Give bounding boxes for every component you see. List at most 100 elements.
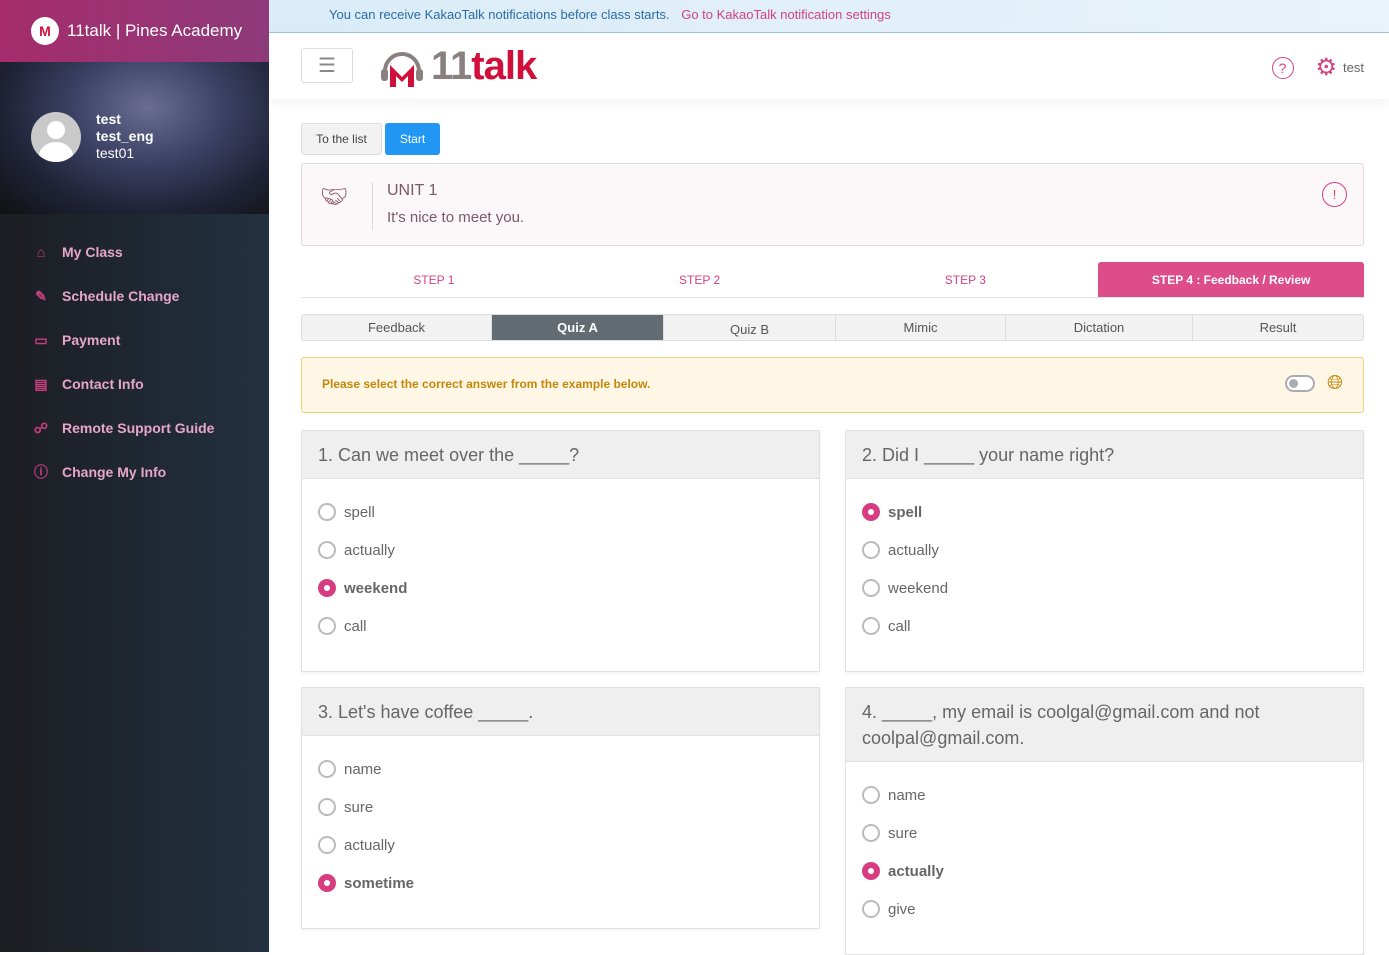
option-label: sure [344, 798, 374, 816]
step-2-tab[interactable]: STEP 2 [567, 262, 833, 297]
tab-quiz-b[interactable]: Quiz B [664, 315, 836, 340]
answer-option[interactable]: actually [318, 531, 803, 569]
answer-option[interactable]: name [862, 776, 1347, 814]
headphone-logo-icon [381, 51, 423, 87]
unit-card: 🤝︎ UNIT 1 It's nice to meet you. ! [301, 163, 1364, 246]
handshake-icon: ☍ [33, 419, 49, 436]
help-icon[interactable]: ? [1271, 56, 1294, 79]
answer-option[interactable]: call [862, 607, 1347, 645]
radio-button[interactable] [862, 862, 880, 880]
radio-button[interactable] [862, 503, 880, 521]
credit-card-icon: ▭ [34, 331, 48, 348]
instruction-notice: Please select the correct answer from th… [301, 357, 1364, 413]
menu-toggle-button[interactable]: ☰ [301, 48, 353, 83]
answer-option[interactable]: weekend [862, 569, 1347, 607]
start-button[interactable]: Start [385, 123, 440, 155]
sidebar-item-label: Contact Info [62, 376, 144, 392]
sidebar-item-label: Remote Support Guide [62, 420, 215, 436]
answer-option[interactable]: spell [318, 493, 803, 531]
brand[interactable]: M 11talk | Pines Academy [0, 0, 269, 62]
banner-text: You can receive KakaoTalk notifications … [329, 7, 670, 22]
sidebar-item-contact-info[interactable]: ▤ Contact Info [0, 362, 269, 406]
radio-button[interactable] [862, 579, 880, 597]
answer-option[interactable]: give [862, 890, 1347, 928]
step-4-tab[interactable]: STEP 4 : Feedback / Review [1098, 262, 1364, 297]
profile-name: test [96, 111, 121, 127]
radio-button[interactable] [318, 541, 336, 559]
translation-toggle[interactable] [1285, 375, 1315, 392]
question-text: 1. Can we meet over the _____? [302, 431, 819, 479]
option-label: weekend [344, 579, 408, 597]
sidebar-item-label: My Class [62, 244, 123, 260]
user-name[interactable]: test [1343, 60, 1364, 75]
radio-button[interactable] [318, 760, 336, 778]
radio-button[interactable] [318, 874, 336, 892]
answer-option[interactable]: spell [862, 493, 1347, 531]
answer-option[interactable]: actually [862, 852, 1347, 890]
radio-button[interactable] [318, 617, 336, 635]
sidebar-item-remote-support-guide[interactable]: ☍ Remote Support Guide [0, 406, 269, 450]
logo-number: 11 [431, 44, 472, 88]
option-label: weekend [888, 579, 949, 597]
sidebar-item-schedule-change[interactable]: ✎ Schedule Change [0, 274, 269, 318]
radio-button[interactable] [318, 579, 336, 597]
option-label: call [344, 617, 367, 635]
globe-icon[interactable]: 🌐︎ [1327, 372, 1343, 395]
radio-button[interactable] [862, 786, 880, 804]
tab-dictation[interactable]: Dictation [1006, 315, 1193, 340]
option-label: name [888, 786, 926, 804]
unit-subtitle: It's nice to meet you. [387, 209, 525, 226]
profile: test test_eng test01 [0, 62, 269, 214]
question-card: 1. Can we meet over the _____?spell actua… [301, 430, 820, 672]
sidebar-item-label: Schedule Change [62, 288, 180, 304]
answer-option[interactable]: call [318, 607, 803, 645]
answer-option[interactable]: sure [862, 814, 1347, 852]
radio-button[interactable] [318, 836, 336, 854]
answer-option[interactable]: sometime [318, 864, 803, 902]
option-label: spell [344, 503, 375, 521]
handshake-icon: 🤝︎ [320, 184, 348, 209]
option-label: sometime [344, 874, 415, 892]
tab-result[interactable]: Result [1193, 315, 1363, 340]
to-the-list-button[interactable]: To the list [301, 123, 382, 155]
school-icon: ⌂ [36, 244, 46, 260]
question-card: 2. Did I _____ your name right? spell actu… [845, 430, 1364, 672]
alert-icon[interactable]: ! [1322, 182, 1347, 207]
answer-option[interactable]: actually [862, 531, 1347, 569]
sidebar-item-my-class[interactable]: ⌂ My Class [0, 230, 269, 274]
radio-button[interactable] [862, 900, 880, 918]
option-label: actually [888, 541, 939, 559]
kakao-settings-link[interactable]: Go to KakaoTalk notification settings [681, 7, 891, 22]
activity-tabs: Feedback Quiz A Quiz B Mimic Dictation R… [301, 314, 1364, 341]
step-1-tab[interactable]: STEP 1 [301, 262, 567, 297]
radio-button[interactable] [862, 617, 880, 635]
instruction-text: Please select the correct answer from th… [322, 377, 651, 391]
tab-quiz-a[interactable]: Quiz A [492, 315, 664, 340]
sidebar-item-change-my-info[interactable]: ⓘ Change My Info [0, 450, 269, 494]
tab-feedback[interactable]: Feedback [302, 315, 492, 340]
step-3-tab[interactable]: STEP 3 [833, 262, 1099, 297]
question-text: 2. Did I _____ your name right? [846, 431, 1363, 479]
radio-button[interactable] [862, 824, 880, 842]
question-card: 4. _____, my email is coolgal@gmail.com … [845, 687, 1364, 955]
sidebar-item-payment[interactable]: ▭ Payment [0, 318, 269, 362]
header: ☰ 11talk ? ⚙ test [269, 33, 1389, 99]
question-text: 3. Let's have coffee _____. [302, 688, 819, 736]
logo[interactable]: 11talk [379, 44, 537, 89]
answer-option[interactable]: actually [318, 826, 803, 864]
gear-icon[interactable]: ⚙ [1316, 53, 1338, 82]
book-icon: ▤ [34, 375, 48, 392]
option-label: name [344, 760, 382, 778]
hamburger-icon: ☰ [318, 55, 336, 77]
answer-option[interactable]: name [318, 750, 803, 788]
answer-option[interactable]: weekend [318, 569, 803, 607]
radio-button[interactable] [862, 541, 880, 559]
radio-button[interactable] [318, 503, 336, 521]
tab-mimic[interactable]: Mimic [836, 315, 1006, 340]
radio-button[interactable] [318, 798, 336, 816]
sidebar-item-label: Payment [62, 332, 121, 348]
answer-option[interactable]: sure [318, 788, 803, 826]
sidebar: M 11talk | Pines Academy test test_eng t… [0, 0, 269, 952]
option-label: actually [888, 862, 944, 880]
info-icon: ⓘ [34, 464, 48, 480]
